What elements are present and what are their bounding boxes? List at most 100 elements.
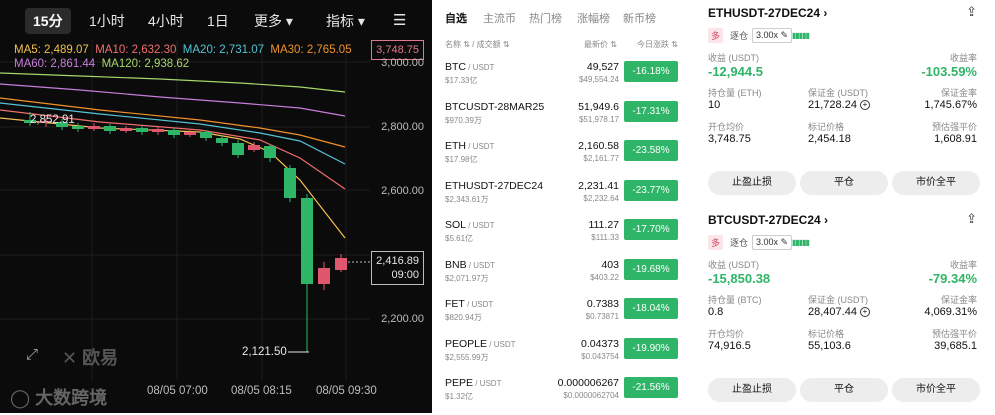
- symbol: PEOPLE / USDT: [445, 338, 515, 350]
- grid-lines: [0, 40, 370, 380]
- market-row[interactable]: SOL / USDT $5.61亿 111.27 $111.33 -17.70%: [440, 219, 680, 257]
- qty-value: 0.8: [708, 306, 724, 318]
- position-symbol[interactable]: BTCUSDT-27DEC24 ›: [708, 213, 828, 227]
- last-price: 403: [601, 258, 619, 271]
- change-badge[interactable]: -21.56%: [624, 377, 678, 398]
- adl-indicator-icon: ▮▮▮▮▮: [792, 31, 810, 40]
- candle-body: [301, 198, 313, 284]
- margin-mode-badge: 逐仓: [730, 238, 749, 248]
- market-row[interactable]: PEPE / USDT $1.32亿 0.000006267 $0.000006…: [440, 377, 680, 415]
- market-row[interactable]: FET / USDT $820.94万 0.7383 $0.73871 -18.…: [440, 298, 680, 336]
- tab-1d[interactable]: 1日: [207, 11, 229, 31]
- roe-label: 收益率: [949, 260, 977, 270]
- tab-hot[interactable]: 热门榜: [529, 10, 562, 26]
- leverage-badge[interactable]: 3.00x ✎: [752, 28, 793, 43]
- add-margin-icon[interactable]: +: [860, 307, 870, 317]
- market-close-all-button[interactable]: 市价全平: [892, 171, 980, 195]
- tp-sl-button[interactable]: 止盈止损: [708, 378, 796, 402]
- share-icon[interactable]: ⇪: [966, 4, 977, 20]
- candle-body: [72, 126, 84, 129]
- tab-gainers[interactable]: 涨幅榜: [577, 10, 610, 26]
- add-margin-icon[interactable]: +: [860, 100, 870, 110]
- current-price-tag: 2,416.89 09:00: [371, 251, 424, 285]
- volume: $2,071.97万: [445, 273, 489, 283]
- volume: $17.98亿: [445, 155, 478, 164]
- market-row[interactable]: BTCUSDT-28MAR25 $970.39万 51,949.6 $51,97…: [440, 100, 680, 139]
- leverage-badge[interactable]: 3.00x ✎: [752, 235, 793, 250]
- volume: $820.94万: [445, 313, 482, 322]
- candle-body: [88, 126, 100, 129]
- symbol: BTC / USDT: [445, 61, 494, 73]
- last-price: 0.04373: [581, 337, 619, 350]
- market-row[interactable]: ETH / USDT $17.98亿 2,160.58 $2,161.77 -2…: [440, 140, 680, 178]
- market-row[interactable]: ETHUSDT-27DEC24 $2,343.61万 2,231.41 $2,2…: [440, 179, 680, 218]
- tab-indicators[interactable]: 指标 ▾: [326, 11, 365, 31]
- ma30-label: MA30: 2,765.05: [270, 44, 352, 56]
- ma-legend-row2: MA60: 2,861.44 MA120: 2,938.62: [14, 58, 189, 70]
- roe-label: 收益率: [949, 53, 977, 63]
- candle-body: [152, 129, 164, 132]
- quote-currency: / USDT: [466, 142, 495, 151]
- tab-more[interactable]: 更多 ▾: [254, 11, 293, 31]
- last-price-usd: $111.33: [591, 233, 619, 242]
- change-badge[interactable]: -16.18%: [624, 61, 678, 82]
- market-row[interactable]: PEOPLE / USDT $2,555.99万 0.04373 $0.0437…: [440, 337, 680, 376]
- liq-value: 39,685.1: [934, 340, 977, 352]
- volume: $1.32亿: [445, 392, 474, 401]
- fullscreen-icon[interactable]: ⤢: [26, 346, 38, 363]
- close-position-button[interactable]: 平仓: [800, 171, 888, 195]
- symbol: BTCUSDT-28MAR25: [445, 101, 544, 113]
- close-position-button[interactable]: 平仓: [800, 378, 888, 402]
- market-close-all-button[interactable]: 市价全平: [892, 378, 980, 402]
- mark-value: 2,454.18: [808, 133, 851, 145]
- ma20-label: MA20: 2,731.07: [182, 44, 264, 56]
- tab-1h[interactable]: 1小时: [89, 11, 125, 31]
- tab-15m[interactable]: 15分: [25, 8, 71, 34]
- change-badge[interactable]: -18.04%: [624, 298, 678, 319]
- symbol-name: PEOPLE: [445, 337, 488, 350]
- chart-settings-icon[interactable]: ☰: [393, 11, 406, 29]
- change-badge[interactable]: -17.31%: [624, 100, 678, 122]
- change-badge[interactable]: -17.70%: [624, 219, 678, 240]
- last-price: 2,160.58: [578, 140, 619, 152]
- change-badge[interactable]: -23.58%: [624, 140, 678, 161]
- candles: [24, 112, 347, 352]
- last-price-usd: $49,554.24: [578, 75, 619, 84]
- y-tick: 3,000.00: [381, 57, 424, 69]
- volume: $2,343.61万: [445, 194, 489, 204]
- last-price-usd: $2,161.77: [583, 154, 619, 163]
- symbol-name: PEPE: [445, 377, 474, 389]
- last-price: 51,949.6: [578, 100, 619, 113]
- tab-new-coins[interactable]: 新币榜: [623, 10, 656, 26]
- tab-favorites[interactable]: 自选: [445, 10, 467, 26]
- share-icon[interactable]: ⇪: [966, 211, 977, 227]
- change-badge[interactable]: -19.90%: [624, 337, 678, 359]
- tab-major-coins[interactable]: 主流币: [483, 10, 516, 26]
- candle-body: [168, 130, 180, 135]
- y-tick: 2,600.00: [381, 185, 424, 197]
- last-price: 0.000006267: [557, 377, 619, 389]
- margin-ratio-value: 1,745.67%: [924, 99, 977, 111]
- symbol-name: BTC: [445, 61, 466, 73]
- last-price-usd: $403.22: [590, 272, 619, 282]
- tab-4h[interactable]: 4小时: [148, 11, 184, 31]
- candle-body: [184, 132, 196, 135]
- position-symbol[interactable]: ETHUSDT-27DEC24 ›: [708, 6, 827, 20]
- tp-sl-button[interactable]: 止盈止损: [708, 171, 796, 195]
- change-badge[interactable]: -19.68%: [624, 258, 678, 280]
- market-row[interactable]: BTC / USDT $17.33亿 49,527 $49,554.24 -16…: [440, 61, 680, 99]
- header-last-price[interactable]: 最新价 ⇅: [584, 39, 617, 50]
- volume: $17.33亿: [445, 76, 478, 85]
- last-price-usd: $0.0000062704: [563, 391, 619, 400]
- change-badge[interactable]: -23.77%: [624, 179, 678, 201]
- market-row[interactable]: BNB / USDT $2,071.97万 403 $403.22 -19.68…: [440, 258, 680, 297]
- volume: $5.61亿: [445, 234, 474, 243]
- candle-body: [136, 128, 148, 132]
- header-name-volume[interactable]: 名称 ⇅ / 成交额 ⇅: [445, 39, 510, 50]
- header-change[interactable]: 今日涨跌 ⇅: [637, 39, 678, 50]
- kline-chart-panel: 15分 1小时 4小时 1日 更多 ▾ 指标 ▾ ☰ MA5: 2,489.07…: [0, 0, 432, 413]
- symbol: FET / USDT: [445, 298, 493, 310]
- side-badge: 多: [708, 235, 724, 250]
- pnl-value: -12,944.5: [708, 64, 763, 79]
- margin-value-wrap: 21,728.24 +: [808, 99, 870, 111]
